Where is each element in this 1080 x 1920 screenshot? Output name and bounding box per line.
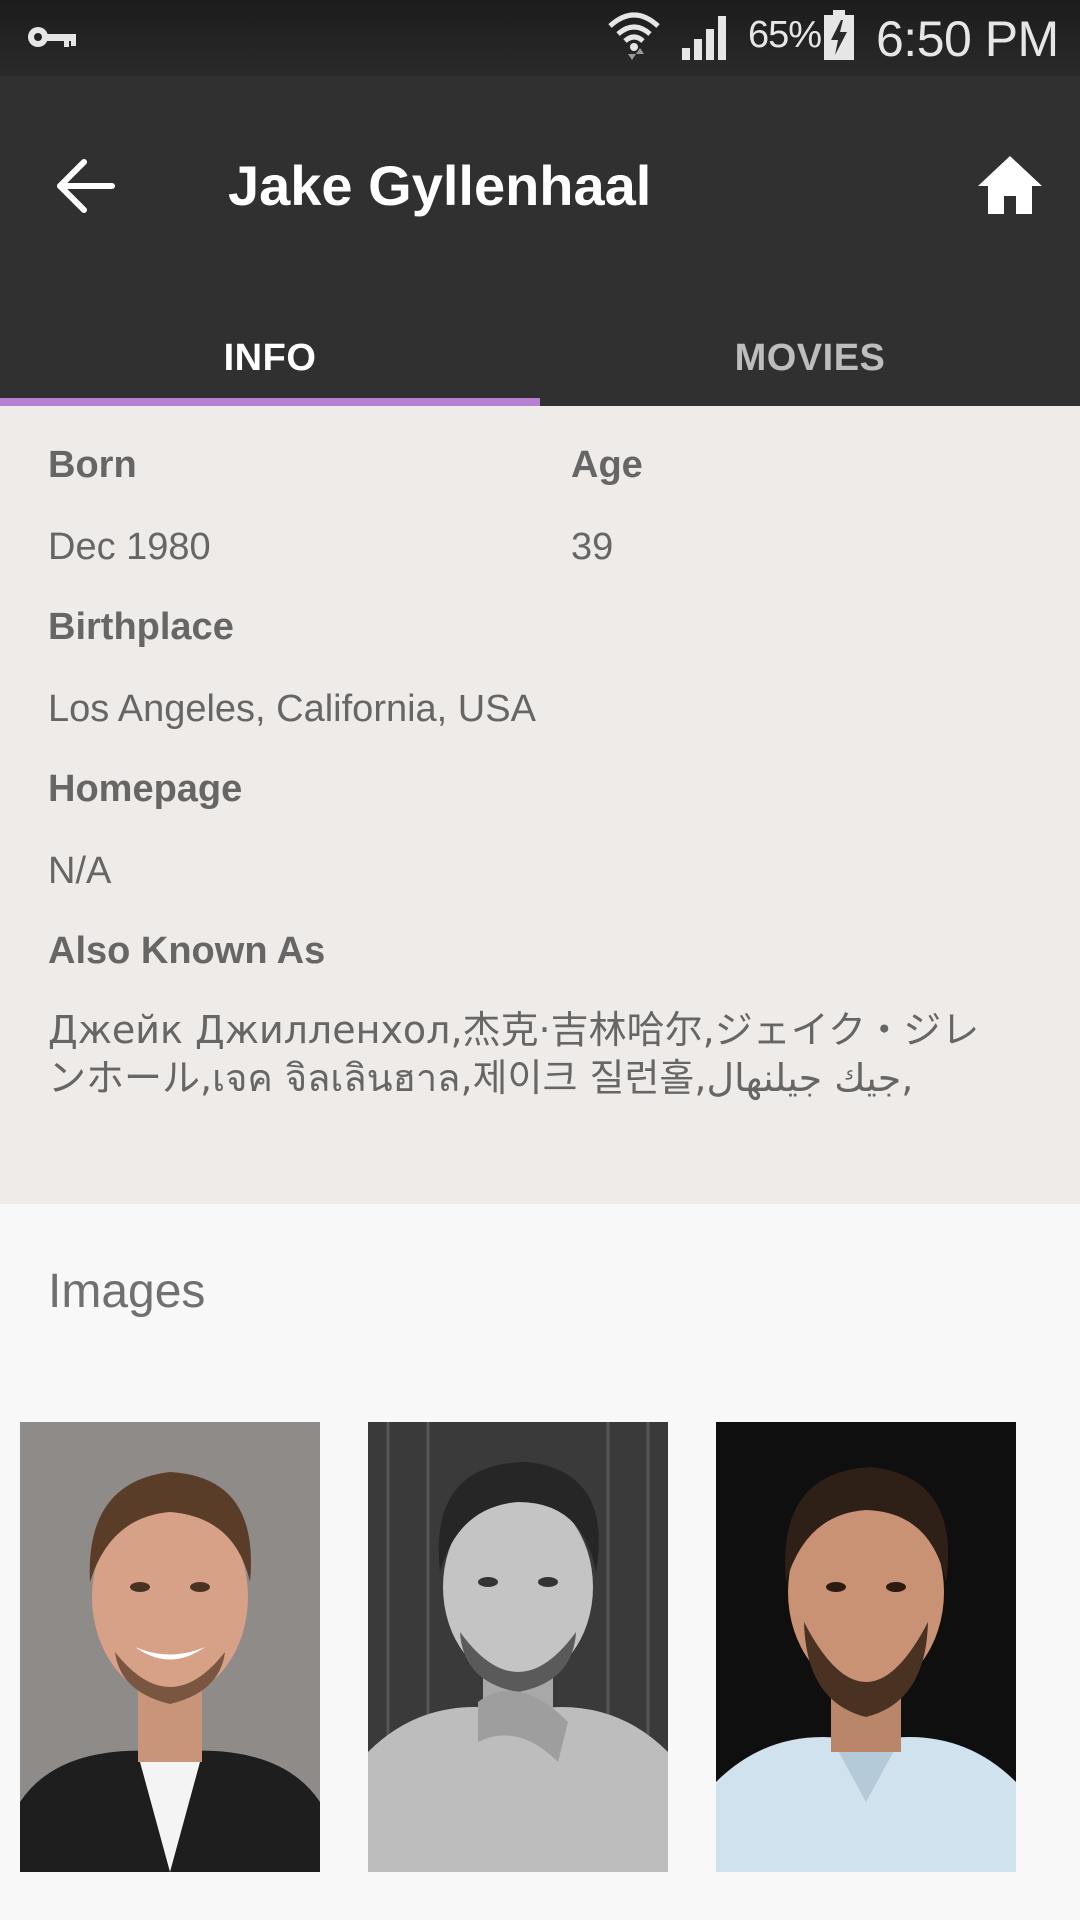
images-heading: Images: [48, 1265, 206, 1318]
person-photo-1: [20, 1422, 320, 1872]
arrow-back-icon: [57, 159, 115, 213]
age-value: 39: [571, 526, 614, 568]
info-section: Born Age Dec 1980 39 Birthplace Los Ange…: [0, 406, 1080, 1204]
tab-movies-label: MOVIES: [734, 337, 886, 379]
photo-thumbnail[interactable]: [20, 1422, 320, 1872]
back-button[interactable]: [46, 146, 126, 226]
person-photo-3: [716, 1422, 1016, 1872]
app-bar: Jake Gyllenhaal INFO MOVIES: [0, 76, 1080, 406]
vpn-key-icon: [28, 27, 76, 47]
also-known-as-label: Also Known As: [48, 930, 326, 972]
battery-charging-icon: [824, 10, 854, 60]
tab-movies[interactable]: MOVIES: [540, 298, 1080, 406]
person-photo-2: [368, 1422, 668, 1872]
tab-info-label: INFO: [223, 337, 317, 379]
born-value: Dec 1980: [48, 526, 211, 568]
photo-thumbnail[interactable]: [716, 1422, 1016, 1872]
status-bar: 65% 6:50 PM: [0, 0, 1080, 76]
home-button[interactable]: [970, 146, 1050, 226]
photo-thumbnail[interactable]: [368, 1422, 668, 1872]
images-section: Images: [0, 1204, 1080, 1920]
cell-signal-icon: [682, 16, 726, 60]
birthplace-value: Los Angeles, California, USA: [48, 688, 536, 730]
homepage-label: Homepage: [48, 768, 243, 810]
born-label: Born: [48, 444, 137, 486]
tab-indicator: [0, 398, 540, 406]
page-title: Jake Gyllenhaal: [228, 154, 652, 217]
also-known-as-value: Джейк Джилленхол,杰克·吉林哈尔,ジェイク・ジレンホール,เจค…: [48, 1008, 980, 1100]
battery-percent: 65%: [748, 14, 822, 56]
tab-info[interactable]: INFO: [0, 298, 540, 406]
tab-bar: INFO MOVIES: [0, 298, 1080, 406]
status-clock: 6:50 PM: [876, 11, 1059, 67]
birthplace-label: Birthplace: [48, 606, 234, 648]
wifi-icon: [608, 12, 660, 60]
home-icon: [978, 156, 1042, 214]
age-label: Age: [571, 444, 643, 486]
homepage-value: N/A: [48, 850, 112, 892]
